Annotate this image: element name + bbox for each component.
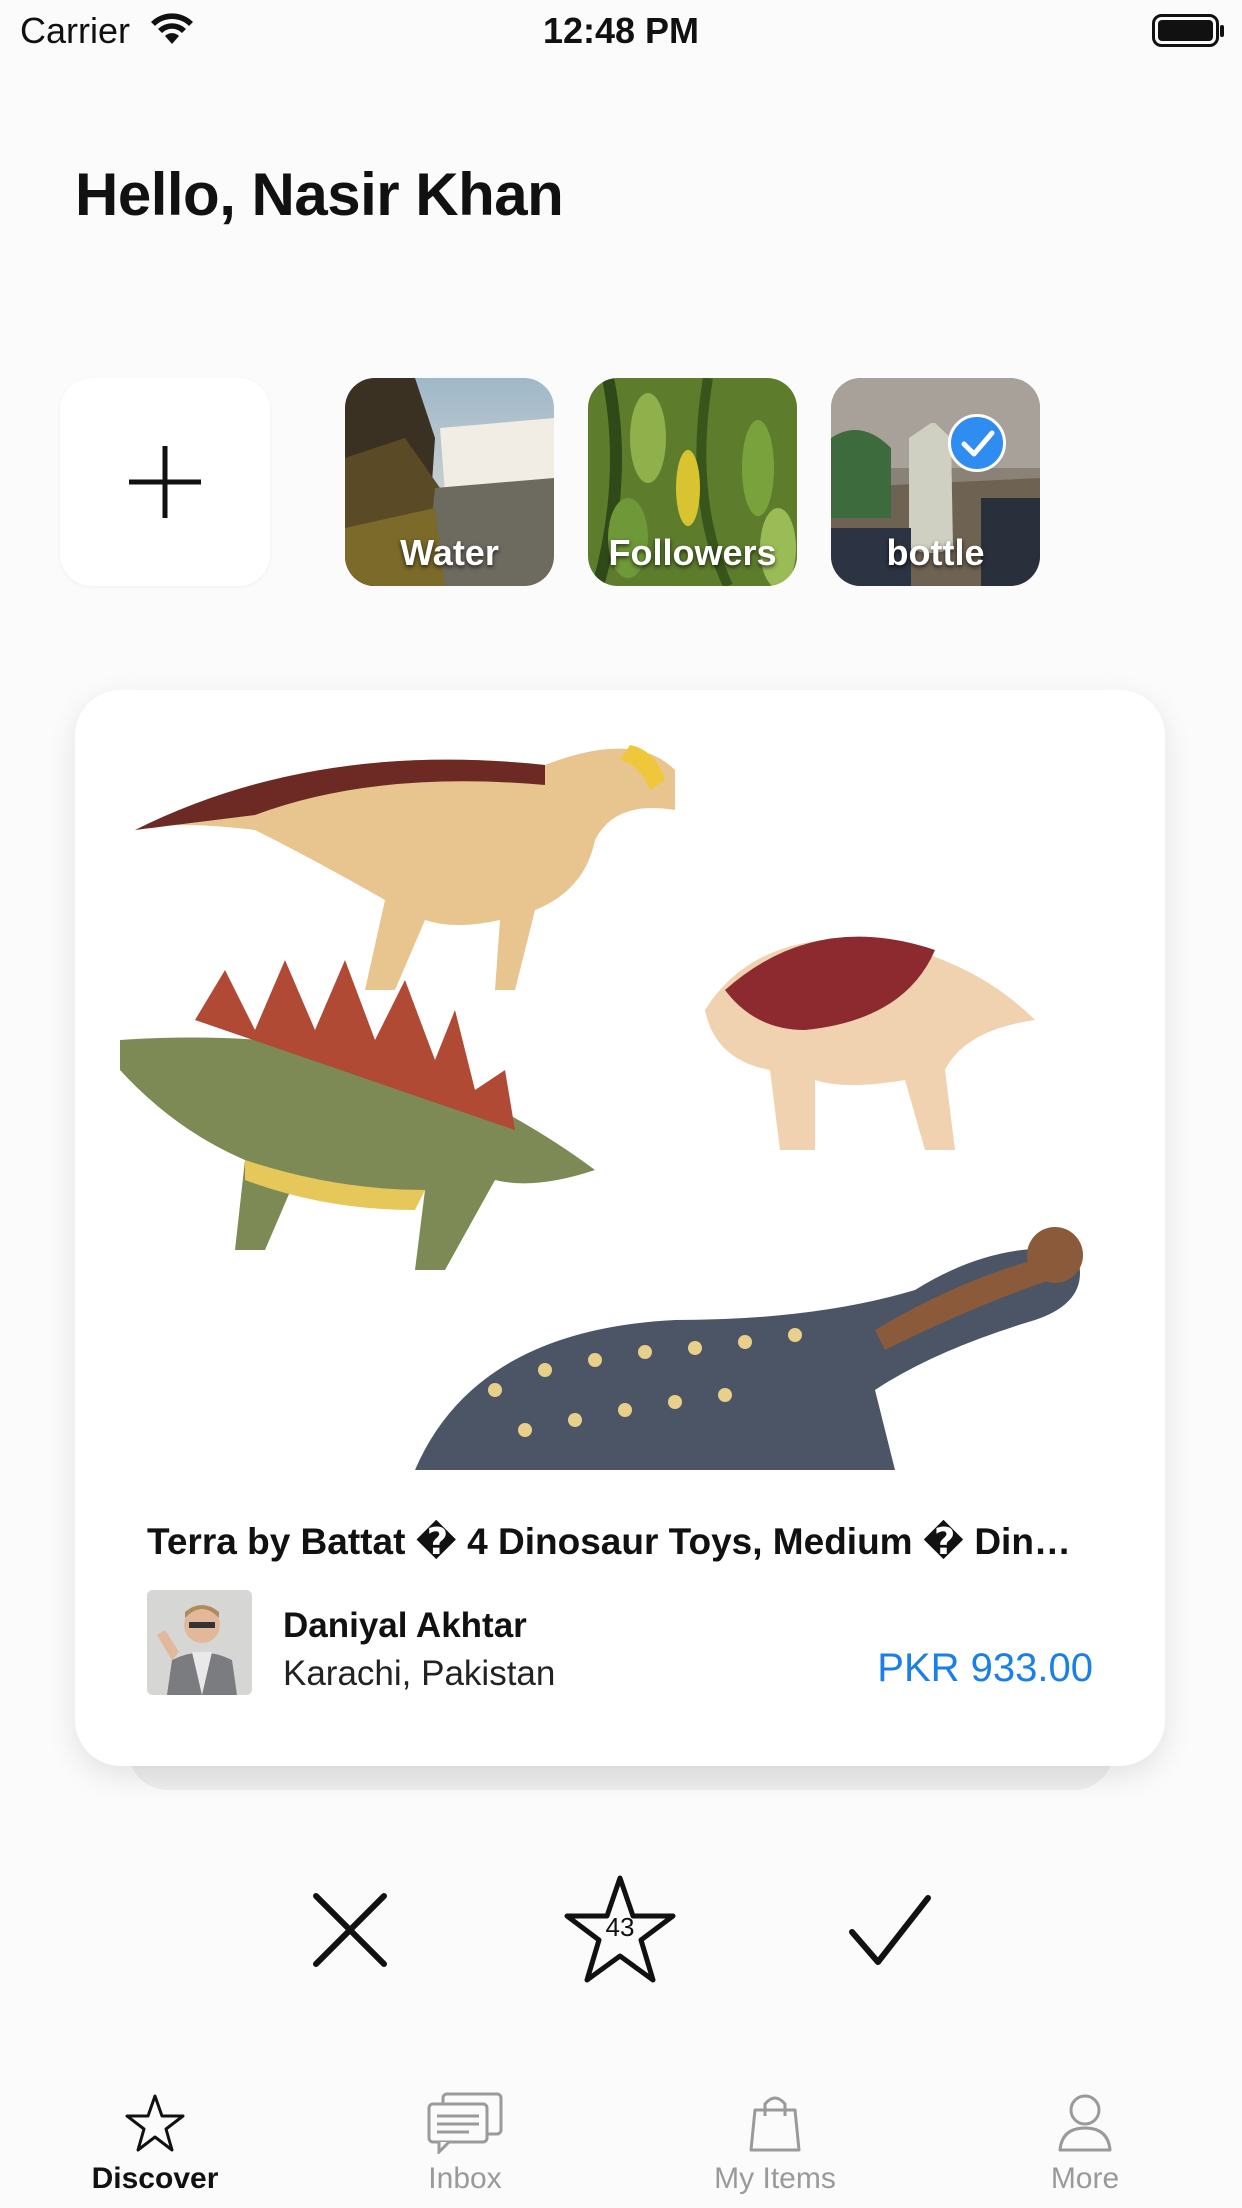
accept-button[interactable] [830, 1870, 950, 1990]
favorite-button[interactable]: 43 [560, 1870, 680, 1990]
tab-label: My Items [714, 2162, 836, 2195]
seller-location: Karachi, Pakistan [283, 1654, 556, 1693]
tab-label: Discover [91, 2162, 219, 2195]
product-title: Terra by Battat � 4 Dinosaur Toys, Mediu… [147, 1521, 1071, 1562]
tab-more[interactable]: More [930, 2060, 1240, 2208]
tab-label: Inbox [428, 2162, 502, 2195]
battery-icon [1152, 14, 1226, 53]
seller-photo [147, 1590, 252, 1695]
tab-my-items[interactable]: My Items [620, 2060, 930, 2208]
add-collection-button[interactable] [60, 378, 270, 586]
plus-icon [129, 446, 201, 518]
person-icon [1058, 2094, 1112, 2152]
selected-check-badge [948, 414, 1006, 472]
product-card[interactable]: Terra by Battat � 4 Dinosaur Toys, Mediu… [75, 690, 1165, 1766]
status-bar: Carrier 12:48 PM [0, 0, 1242, 62]
checkmark-icon [849, 1895, 931, 1965]
collection-label: bottle [886, 532, 985, 573]
tab-discover[interactable]: Discover [0, 2060, 310, 2208]
chat-icon [427, 2092, 503, 2156]
greeting-title: Hello, Nasir Khan [75, 161, 564, 228]
product-image [115, 730, 1125, 1470]
seller-name: Daniyal Akhtar [283, 1606, 527, 1645]
checkmark-icon [961, 430, 995, 457]
collection-label: Water [400, 532, 499, 573]
tab-label: More [1050, 2162, 1120, 2195]
shopping-bag-icon [749, 2096, 801, 2152]
favorites-count: 43 [605, 1912, 635, 1942]
star-icon [125, 2094, 185, 2152]
collection-tile-followers[interactable]: Followers [588, 378, 797, 586]
close-icon [313, 1893, 387, 1967]
collection-tile-bottle[interactable]: bottle [831, 378, 1040, 586]
product-price: PKR 933.00 [877, 1646, 1093, 1690]
tab-bar: Discover Inbox My Items More [0, 2060, 1242, 2208]
tab-inbox[interactable]: Inbox [310, 2060, 620, 2208]
clock: 12:48 PM [542, 10, 700, 51]
collection-tile-water[interactable]: Water [345, 378, 554, 586]
seller-avatar[interactable] [147, 1590, 252, 1695]
reject-button[interactable] [290, 1870, 410, 1990]
collection-label: Followers [608, 532, 777, 573]
